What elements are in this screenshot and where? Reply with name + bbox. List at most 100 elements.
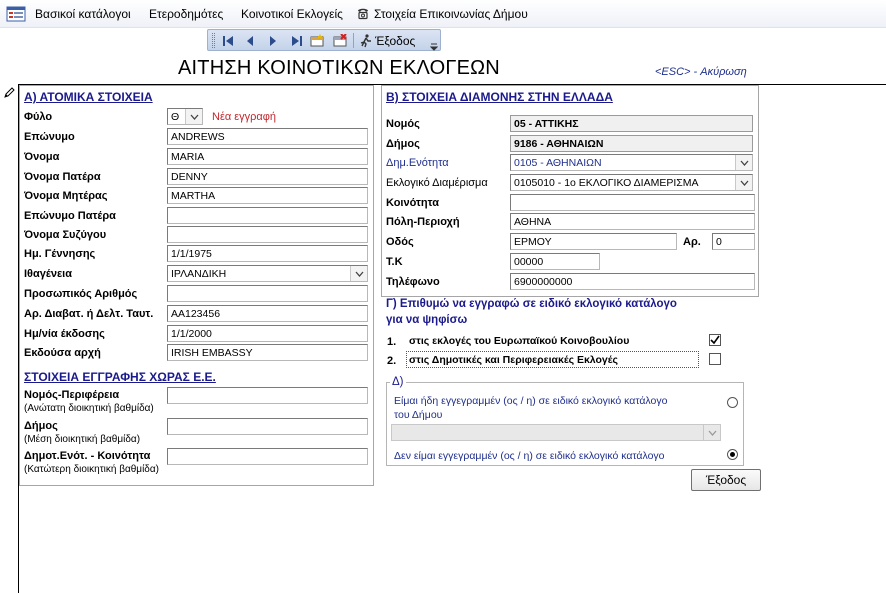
gender-label: Φύλο (24, 111, 53, 123)
municipal-unit-label: Δημ.Ενότητα (386, 157, 449, 169)
toolbar-separator (353, 33, 354, 48)
street-label: Οδός (386, 236, 414, 248)
nomos-label: Νομός (386, 118, 420, 130)
escape-cancel-hint: <ESC> - Ακύρωση (655, 66, 747, 78)
postal-code-label: Τ.Κ (386, 256, 403, 268)
chevron-down-icon[interactable] (735, 155, 752, 170)
city-area-field[interactable]: ΑΘΗΝΑ (510, 213, 755, 230)
option-1-label: στις εκλογές του Ευρωπαϊκού Κοινοβουλίου (409, 335, 630, 347)
personal-number-label: Προσωπικός Αριθμός (24, 288, 138, 300)
issue-date-field[interactable]: 1/1/2000 (167, 325, 368, 342)
municipal-regional-checkbox[interactable] (709, 353, 721, 365)
chevron-down-icon[interactable] (185, 109, 202, 124)
toolbar-grip[interactable] (212, 33, 215, 48)
birth-date-label: Ημ. Γέννησης (24, 248, 96, 260)
eu-community-label: Δημοτ.Ενότ. - Κοινότητα (24, 450, 151, 462)
eu-community-field[interactable] (167, 448, 368, 465)
record-selector-column[interactable] (0, 84, 19, 593)
exit-button[interactable]: Έξοδος (691, 469, 761, 491)
eu-community-sublabel: (Κατώτερη διοικητική βαθμίδα) (24, 464, 159, 475)
eu-region-sublabel: (Ανώτατη διοικητική βαθμίδα) (24, 403, 154, 414)
father-name-field[interactable]: DENNY (167, 168, 368, 185)
community-field[interactable] (510, 194, 755, 211)
street-number-label: Αρ. (683, 236, 701, 248)
exit-running-icon[interactable] (358, 33, 374, 48)
registered-option-line2: του Δήμου (394, 409, 443, 421)
not-registered-radio[interactable] (727, 449, 738, 460)
section-d-title: Δ) (390, 376, 406, 388)
already-registered-radio[interactable] (727, 397, 738, 408)
not-registered-option: Δεν είμαι εγγεγραμμέν (ος / η) σε ειδικό… (394, 450, 665, 462)
eu-region-field[interactable] (167, 387, 368, 404)
nationality-select[interactable]: ΙΡΛΑΝΔΙΚΗ (167, 265, 368, 282)
first-name-field[interactable]: MARIA (167, 148, 368, 165)
postal-code-field[interactable]: 00000 (510, 253, 600, 270)
dimos-field: 9186 - ΑΘΗΝΑΙΩΝ (510, 135, 753, 152)
issue-date-label: Ημ/νία έκδοσης (24, 328, 105, 340)
mother-name-field[interactable]: MARTHA (167, 187, 368, 204)
registered-option-line1: Είμαι ήδη εγγεγραμμέν (ος / η) σε ειδικό… (394, 395, 668, 407)
section-c-title-line1: Γ) Επιθυμώ να εγγραφώ σε ειδικό εκλογικό… (386, 298, 677, 310)
gender-select[interactable]: Θ (167, 108, 203, 125)
father-surname-field[interactable] (167, 207, 368, 224)
previous-record-button[interactable] (242, 33, 258, 48)
option-2-label: στις Δημοτικές και Περιφερειακές Εκλογές (409, 354, 618, 366)
toolbar-options-chevron-icon[interactable] (429, 42, 439, 54)
municipal-unit-value: 0105 - ΑΘΗΝΑΙΩΝ (514, 157, 602, 169)
gender-value: Θ (171, 111, 180, 123)
birth-date-field[interactable]: 1/1/1975 (167, 245, 368, 262)
nationality-value: ΙΡΛΑΝΔΙΚΗ (171, 268, 227, 280)
menu-community-voters[interactable]: Κοινοτικοί Εκλογείς (241, 7, 343, 21)
spouse-name-field[interactable] (167, 226, 368, 243)
eu-municipality-label: Δήμος (24, 420, 58, 432)
section-b-title: Β) ΣΤΟΙΧΕΙΑ ΔΙΑΜΟΝΗΣ ΣΤΗΝ ΕΛΛΑΔΑ (386, 90, 613, 104)
chevron-down-icon[interactable] (735, 175, 752, 190)
menu-eterodimotes[interactable]: Ετεροδημότες (149, 7, 223, 21)
eu-municipality-field[interactable] (167, 418, 368, 435)
next-record-button[interactable] (265, 33, 281, 48)
checkmark-icon (710, 335, 720, 345)
electoral-district-value: 0105010 - 1ο ΕΚΛΟΓΙΚΟ ΔΙΑΜΕΡΙΣΜΑ (514, 177, 699, 189)
passport-id-label: Αρ. Διαβατ. ή Δελτ. Ταυτ. (24, 308, 154, 320)
first-record-button[interactable] (220, 33, 236, 48)
last-record-button[interactable] (289, 33, 305, 48)
dimos-label: Δήμος (386, 138, 420, 150)
form-title: ΑΙΤΗΣΗ ΚΟΙΝΟΤΙΚΩΝ ΕΚΛΟΓΕΩΝ (178, 57, 500, 79)
surname-field[interactable]: ANDREWS (167, 128, 368, 145)
section-c-title-line2: για να ψηφίσω (386, 314, 468, 326)
personal-number-field[interactable] (167, 285, 368, 302)
electoral-district-select[interactable]: 0105010 - 1ο ΕΚΛΟΓΙΚΟ ΔΙΑΜΕΡΙΣΜΑ (510, 174, 753, 191)
chevron-down-icon[interactable] (350, 266, 367, 281)
father-name-label: Όνομα Πατέρα (24, 171, 101, 183)
issuing-authority-field[interactable]: IRISH EMBASSY (167, 344, 368, 361)
menu-municipality-contact[interactable]: Στοιχεία Επικοινωνίας Δήμου (374, 7, 528, 21)
mother-name-label: Όνομα Μητέρας (24, 190, 108, 202)
european-parliament-checkbox[interactable] (709, 334, 721, 346)
delete-record-icon[interactable] (332, 33, 348, 48)
eu-registration-title: ΣΤΟΙΧΕΙΑ ΕΓΓΡΑΦΗΣ ΧΩΡΑΣ Ε.Ε. (24, 370, 216, 384)
passport-id-field[interactable]: AA123456 (167, 305, 368, 322)
new-record-icon[interactable] (309, 33, 325, 48)
street-field[interactable]: ΕΡΜΟΥ (510, 233, 677, 250)
municipal-unit-select[interactable]: 0105 - ΑΘΗΝΑΙΩΝ (510, 154, 753, 171)
issuing-authority-label: Εκδούσα αρχή (24, 347, 101, 359)
community-label: Κοινότητα (386, 197, 439, 209)
surname-label: Επώνυμο (24, 131, 75, 143)
form-icon[interactable] (6, 6, 26, 25)
telephone-icon (356, 6, 370, 23)
city-area-label: Πόλη-Περιοχή (386, 216, 460, 228)
chevron-down-icon[interactable] (703, 425, 720, 440)
menu-bar: Βασικοί κατάλογοι Ετεροδημότες Κοινοτικο… (0, 0, 886, 28)
nationality-label: Ιθαγένεια (24, 268, 73, 280)
section-a-title: Α) ΑΤΟΜΙΚΑ ΣΤΟΙΧΕΙΑ (24, 90, 153, 104)
telephone-field[interactable]: 6900000000 (510, 273, 755, 290)
option-1-number: 1. (387, 336, 397, 348)
telephone-label: Τηλέφωνο (386, 276, 440, 288)
eu-region-label: Νομός-Περιφέρεια (24, 389, 120, 401)
toolbar-exit-label[interactable]: Έξοδος (375, 34, 415, 48)
municipality-catalog-select[interactable] (391, 424, 721, 441)
street-number-field[interactable]: 0 (712, 233, 755, 250)
option-2-number: 2. (387, 355, 397, 367)
first-name-label: Όνομα (24, 151, 60, 163)
menu-basic-catalogs[interactable]: Βασικοί κατάλογοι (35, 7, 131, 21)
